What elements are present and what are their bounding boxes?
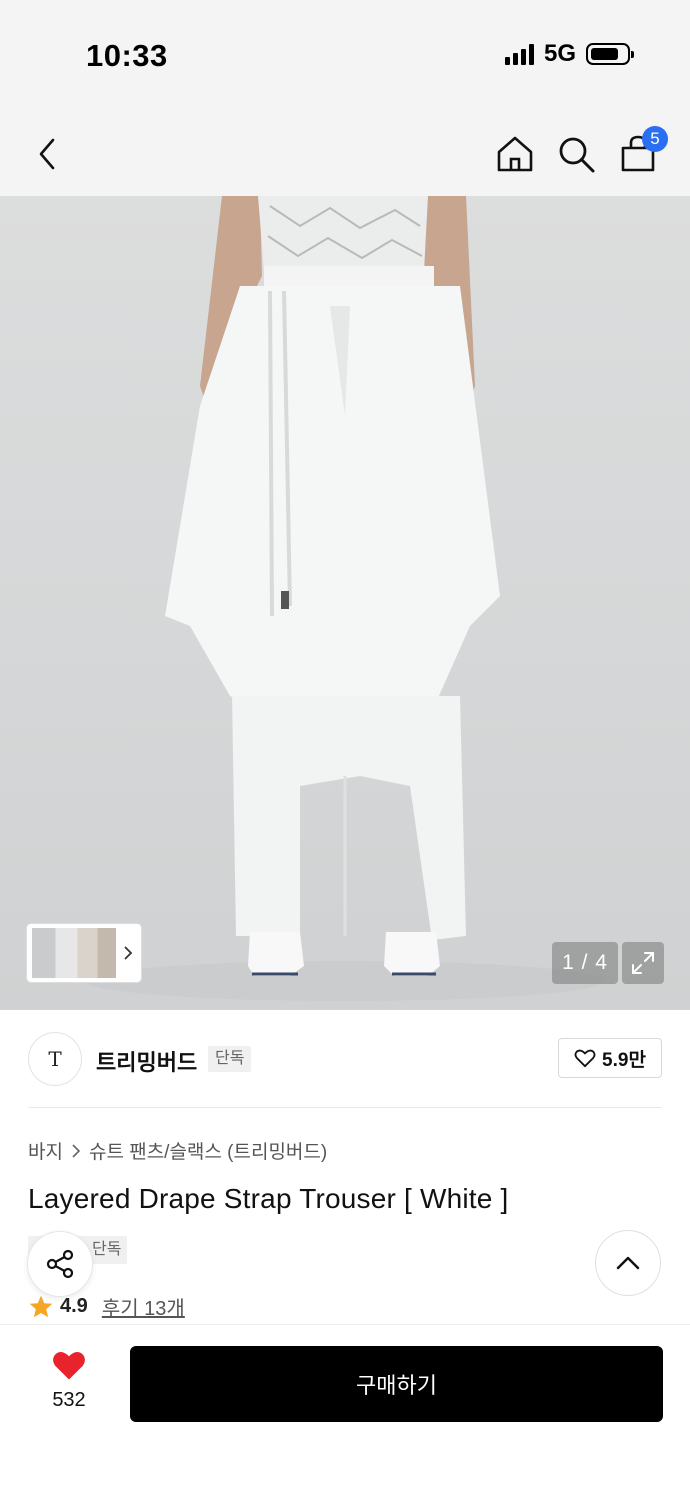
star-icon [29,1295,53,1317]
wishlist-button[interactable]: 532 [40,1349,98,1412]
bottom-action-bar: 532 구매하기 [0,1324,690,1500]
rating-value: 4.9 [60,1295,88,1317]
heart-outline-icon [574,1049,596,1068]
status-indicators: 5G [504,40,634,68]
brand-logo[interactable]: T [28,1032,82,1086]
rating-row: 4.9 후기 13개 [28,1292,185,1321]
expand-image-button[interactable] [622,942,664,984]
nav-bar: 5 [0,110,690,196]
chevron-right-icon [123,946,132,960]
back-button[interactable] [26,132,70,176]
search-button[interactable] [554,132,598,176]
chevron-right-icon [72,1143,81,1158]
search-icon [559,137,595,173]
signal-icon [504,43,534,65]
breadcrumb-subcategory[interactable]: 슈트 팬츠/슬랙스 (트리밍버드) [89,1137,327,1164]
expand-icon [632,952,654,974]
cart-button[interactable]: 5 [616,126,668,176]
product-photo [85,196,605,1001]
brand-exclusive-tag: 단독 [208,1046,252,1072]
share-icon [46,1249,74,1279]
breadcrumb-category[interactable]: 바지 [28,1137,63,1164]
brand-row: T 트리밍버드 단독 5.9만 [28,1032,662,1088]
thumbnail-next[interactable] [116,945,139,961]
image-counter: 1 / 4 [552,942,618,984]
brand-like-count: 5.9만 [602,1049,646,1071]
review-link[interactable]: 후기 13개 [102,1292,185,1321]
home-button[interactable] [493,132,537,176]
heart-filled-icon [53,1351,85,1380]
brand-like-button[interactable]: 5.9만 [558,1038,662,1078]
thumbnail-image[interactable] [32,928,116,978]
product-tag-label: 단독 [92,1241,122,1258]
product-title: Layered Drape Strap Trouser [ White ] [28,1183,509,1214]
battery-icon [586,43,634,65]
status-time: 10:33 [86,38,168,73]
scroll-top-button[interactable] [595,1230,661,1296]
breadcrumb: 바지 슈트 팬츠/슬랙스 (트리밍버드) [28,1137,327,1164]
status-bar: 10:33 5G [0,0,690,110]
chevron-up-icon [616,1256,640,1270]
wishlist-count: 532 [52,1389,86,1411]
brand-name[interactable]: 트리밍버드 [96,1045,197,1077]
thumbnail-strip[interactable] [27,924,141,982]
home-icon [497,136,533,172]
network-type: 5G [543,40,576,67]
cart-count-badge: 5 [642,126,668,152]
buy-button[interactable]: 구매하기 [130,1346,663,1422]
share-button[interactable] [27,1231,93,1297]
back-icon [39,138,55,170]
product-image[interactable]: 1 / 4 [0,196,690,1010]
divider [28,1107,662,1108]
